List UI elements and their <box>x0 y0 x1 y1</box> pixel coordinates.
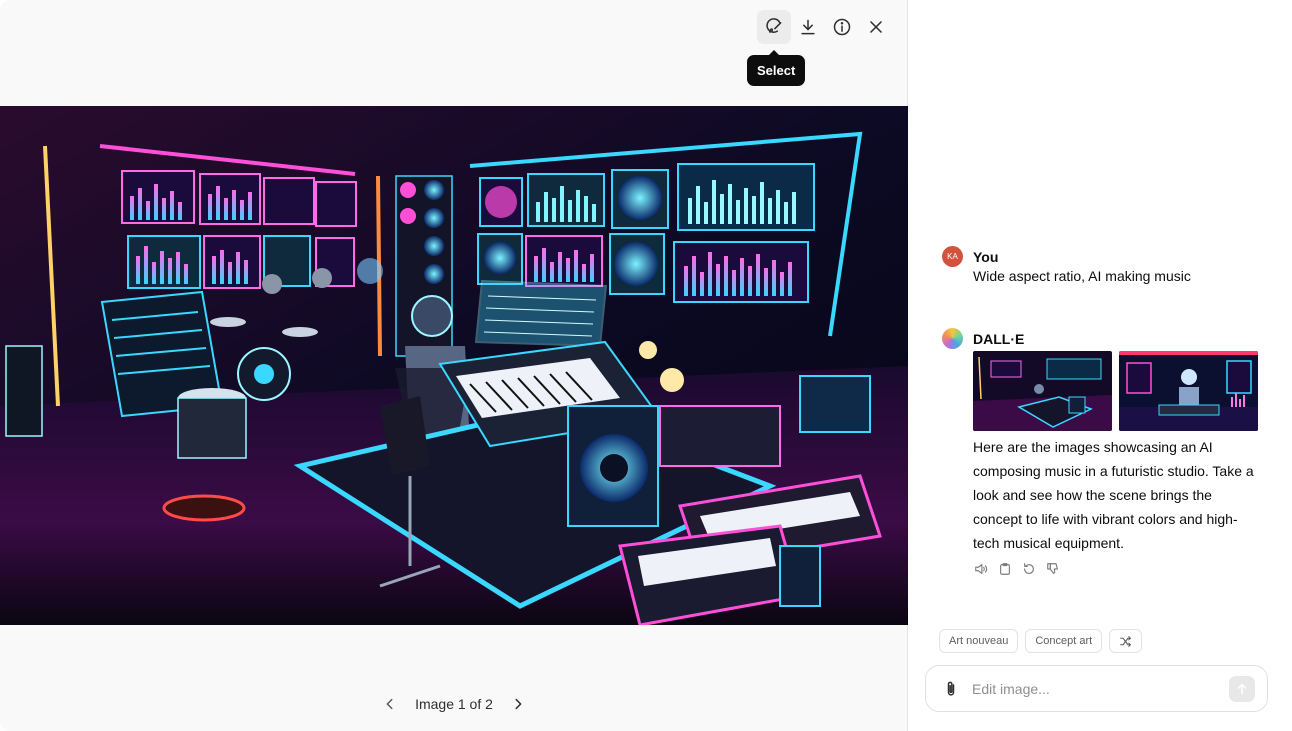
info-icon <box>833 18 851 36</box>
send-button[interactable] <box>1229 675 1255 702</box>
arrow-up-icon <box>1237 683 1247 694</box>
image-thumbnails <box>973 351 1262 431</box>
image-viewer: Select Image 1 of 2 <box>0 0 908 731</box>
shuffle-button[interactable] <box>1109 629 1143 653</box>
copy-icon <box>1000 563 1010 575</box>
close-button[interactable] <box>859 10 893 44</box>
dalle-avatar <box>942 328 963 349</box>
thumbnail-1[interactable] <box>973 351 1112 431</box>
shuffle-icon <box>1120 635 1132 647</box>
message-actions <box>973 561 1262 577</box>
edit-composer <box>925 665 1268 712</box>
paperclip-icon <box>947 681 955 696</box>
info-button[interactable] <box>825 10 859 44</box>
regenerate-button[interactable] <box>1021 561 1037 577</box>
select-button[interactable] <box>757 10 791 44</box>
copy-button[interactable] <box>997 561 1013 577</box>
assistant-message-text: Here are the images showcasing an AI com… <box>973 439 1254 551</box>
style-suggestions: Art nouveau Concept art <box>939 629 1143 653</box>
prev-image-button[interactable] <box>379 692 401 716</box>
avatar: KA <box>942 246 963 267</box>
user-name: You <box>973 248 999 265</box>
generated-image-main[interactable] <box>0 106 908 625</box>
close-icon <box>870 21 882 33</box>
attach-button[interactable] <box>940 678 962 700</box>
studio-illustration <box>0 106 908 625</box>
thumbnail-2-illustration <box>1119 351 1258 431</box>
chevron-left-icon <box>386 698 393 710</box>
edit-image-input[interactable] <box>972 680 1229 697</box>
download-icon <box>801 19 815 35</box>
app-window: Select Image 1 of 2 KA You Wide aspect r… <box>0 0 1292 731</box>
read-aloud-button[interactable] <box>973 561 989 577</box>
image-pager: Image 1 of 2 <box>0 692 908 716</box>
select-tooltip: Select <box>747 50 806 86</box>
chip-art-nouveau[interactable]: Art nouveau <box>939 629 1019 653</box>
user-message: KA You Wide aspect ratio, AI making musi… <box>942 246 1262 288</box>
chip-concept-art[interactable]: Concept art <box>1025 629 1103 653</box>
download-button[interactable] <box>791 10 825 44</box>
select-brush-icon <box>766 18 782 33</box>
assistant-name: DALL·E <box>973 330 1025 347</box>
assistant-message: DALL·E Here are the images showcasing an… <box>942 328 1262 577</box>
viewer-toolbar <box>757 10 893 44</box>
pager-label: Image 1 of 2 <box>415 696 493 712</box>
regenerate-icon <box>1024 563 1034 574</box>
conversation-panel: KA You Wide aspect ratio, AI making musi… <box>908 0 1292 731</box>
thumbs-down-icon <box>1047 563 1058 574</box>
speaker-icon <box>975 564 988 574</box>
thumbnail-2[interactable] <box>1119 351 1258 431</box>
user-message-text: Wide aspect ratio, AI making music <box>973 268 1191 284</box>
chevron-right-icon <box>515 698 522 710</box>
next-image-button[interactable] <box>507 692 529 716</box>
dislike-button[interactable] <box>1045 561 1061 577</box>
thumbnail-1-illustration <box>973 351 1112 431</box>
